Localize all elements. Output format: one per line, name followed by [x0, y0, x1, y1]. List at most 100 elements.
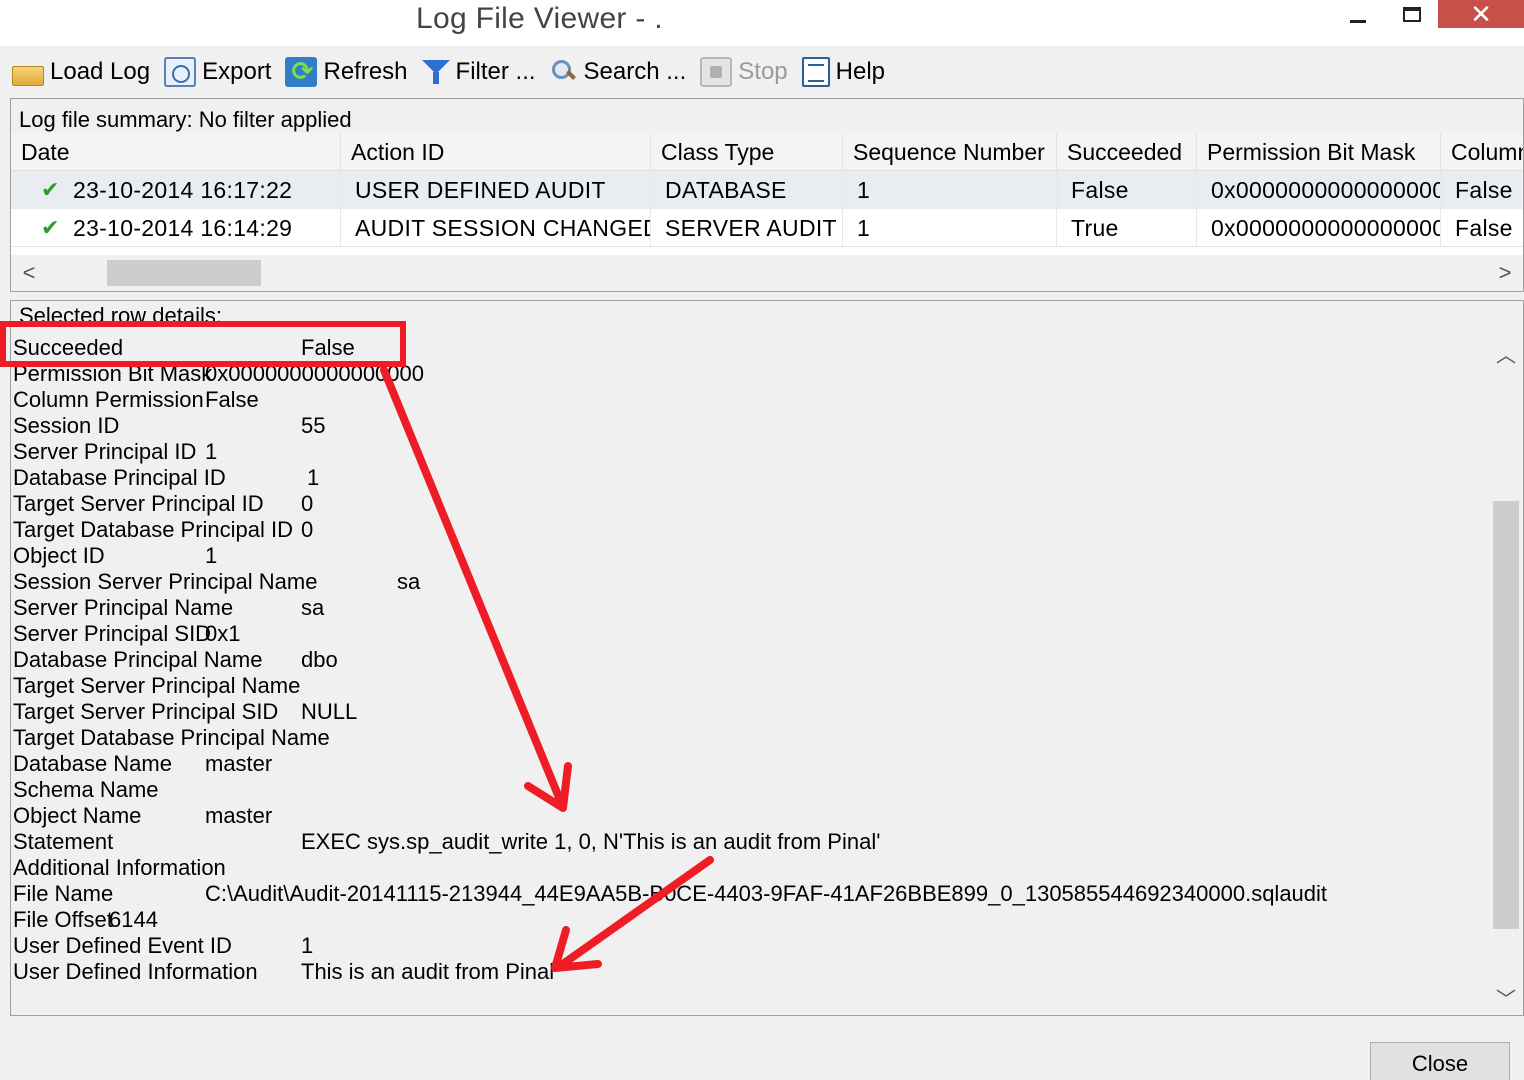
column-header-succeeded[interactable]: Succeeded: [1057, 133, 1197, 171]
detail-value: 6144: [109, 907, 158, 932]
export-label: Export: [202, 58, 272, 85]
check-icon: ✔: [41, 177, 60, 202]
cell-perm-mask: 0x0000000000000000: [1197, 171, 1441, 209]
column-header-column[interactable]: Column: [1441, 133, 1523, 171]
refresh-icon: [285, 56, 318, 87]
cell-action-id: AUDIT SESSION CHANGED: [341, 209, 651, 247]
column-header-action-id[interactable]: Action ID: [341, 133, 651, 171]
log-summary-panel: Log file summary: No filter applied Date…: [10, 98, 1524, 292]
search-icon: [550, 57, 578, 87]
check-icon: ✔: [41, 215, 60, 240]
row-details-panel: Selected row details: Succeeded False Perm…: [10, 300, 1524, 1016]
detail-key: Session ID: [13, 413, 120, 438]
detail-value: 0x1: [205, 621, 241, 646]
vertical-scroll-thumb[interactable]: [1493, 501, 1519, 929]
folder-icon: [12, 66, 44, 86]
summary-label: Log file summary: No filter applied: [19, 107, 352, 132]
detail-key: User Defined Information: [13, 959, 258, 984]
detail-key: File Name: [13, 881, 114, 906]
search-label: Search ...: [583, 58, 687, 85]
detail-value: master: [205, 803, 273, 828]
horizontal-scroll-thumb[interactable]: [107, 260, 261, 286]
filter-icon: [421, 57, 450, 87]
cell-sequence: 1: [843, 209, 1057, 247]
detail-value: EXEC sys.sp_audit_write 1, 0, N'This is …: [301, 829, 881, 854]
column-header-permission-bit-mask[interactable]: Permission Bit Mask: [1197, 133, 1441, 171]
detail-value: dbo: [301, 647, 338, 672]
filter-button[interactable]: Filter ...: [421, 52, 536, 92]
help-button[interactable]: Help: [801, 52, 885, 92]
detail-key: Server Principal Name: [13, 595, 234, 620]
close-icon: ✕: [1470, 0, 1492, 29]
minimize-button[interactable]: [1338, 0, 1378, 28]
detail-key: Database Name: [13, 751, 172, 776]
detail-value: 55: [301, 413, 326, 438]
help-label: Help: [835, 58, 885, 85]
load-log-label: Load Log: [50, 58, 151, 85]
column-header-sequence-number[interactable]: Sequence Number: [843, 133, 1057, 171]
detail-value: NULL: [301, 699, 358, 724]
detail-key: User Defined Event ID: [13, 933, 232, 958]
detail-key: Object ID: [13, 543, 105, 568]
scroll-up-arrow-icon[interactable]: ︿: [1489, 339, 1523, 369]
detail-key: Target Database Principal ID: [13, 517, 294, 542]
cell-column: False: [1441, 171, 1523, 209]
stop-button[interactable]: Stop: [700, 52, 788, 92]
detail-key: Permission Bit Mask: [13, 361, 213, 386]
table-row[interactable]: ✔ 23-10-2014 16:17:22 USER DEFINED AUDIT…: [11, 171, 1523, 209]
vertical-scrollbar[interactable]: ︿ ﹀: [1489, 335, 1523, 1015]
close-button[interactable]: Close: [1370, 1042, 1510, 1080]
cell-date-text: 23-10-2014 16:14:29: [73, 215, 293, 241]
cell-column: False: [1441, 209, 1523, 247]
cell-action-id: USER DEFINED AUDIT: [341, 171, 651, 209]
scroll-down-arrow-icon[interactable]: ﹀: [1489, 983, 1523, 1013]
horizontal-scrollbar[interactable]: < >: [11, 255, 1523, 291]
refresh-button[interactable]: Refresh: [285, 52, 408, 92]
column-header-date[interactable]: Date: [11, 133, 341, 171]
log-grid: Date Action ID Class Type Sequence Numbe…: [11, 133, 1523, 255]
detail-key: Target Server Principal SID: [13, 699, 279, 724]
cell-succeeded: True: [1057, 209, 1197, 247]
filter-label: Filter ...: [455, 58, 536, 85]
table-row[interactable]: ✔ 23-10-2014 16:14:29 AUDIT SESSION CHAN…: [11, 209, 1523, 247]
detail-key: Session Server Principal Name: [13, 569, 318, 594]
detail-key: File Offset: [13, 907, 113, 932]
details-list[interactable]: Succeeded False Permission Bit Mask 0x00000…: [11, 335, 1489, 1015]
detail-value: sa: [397, 569, 421, 594]
maximize-button[interactable]: [1392, 0, 1432, 28]
detail-value: False: [205, 387, 259, 412]
search-button[interactable]: Search ...: [550, 52, 687, 92]
cell-perm-mask: 0x0000000000000000: [1197, 209, 1441, 247]
cell-succeeded: False: [1057, 171, 1197, 209]
cell-date: ✔ 23-10-2014 16:17:22: [11, 171, 341, 209]
detail-value: 1: [301, 933, 314, 958]
detail-value: 0: [301, 517, 314, 542]
refresh-label: Refresh: [323, 58, 408, 85]
minimize-icon: [1350, 19, 1366, 23]
detail-key: Schema Name: [13, 777, 159, 802]
detail-key: Target Database Principal Name: [13, 725, 330, 750]
export-button[interactable]: Export: [164, 52, 271, 92]
scroll-left-arrow-icon[interactable]: <: [15, 259, 43, 287]
detail-value: master: [205, 751, 273, 776]
column-header-class-type[interactable]: Class Type: [651, 133, 843, 171]
scroll-right-arrow-icon[interactable]: >: [1491, 259, 1519, 287]
detail-key: Database Principal ID: [13, 465, 226, 490]
cell-date: ✔ 23-10-2014 16:14:29: [11, 209, 341, 247]
detail-value: 0: [301, 491, 314, 516]
window-title: Log File Viewer - .: [416, 2, 663, 35]
detail-value: sa: [301, 595, 325, 620]
detail-key: Statement: [13, 829, 114, 854]
detail-key: Additional Information: [13, 855, 226, 880]
detail-key: Succeeded: [13, 335, 124, 360]
details-label: Selected row details:: [19, 303, 222, 328]
grid-header: Date Action ID Class Type Sequence Numbe…: [11, 133, 1523, 171]
window-close-button[interactable]: ✕: [1438, 0, 1524, 29]
cell-class-type: DATABASE: [651, 171, 843, 209]
help-icon: [801, 57, 830, 87]
detail-key: Column Permission: [13, 387, 204, 412]
load-log-button[interactable]: Load Log: [12, 52, 150, 92]
detail-value: False: [301, 335, 355, 360]
detail-key: Target Server Principal Name: [13, 673, 301, 698]
detail-key: Object Name: [13, 803, 142, 828]
